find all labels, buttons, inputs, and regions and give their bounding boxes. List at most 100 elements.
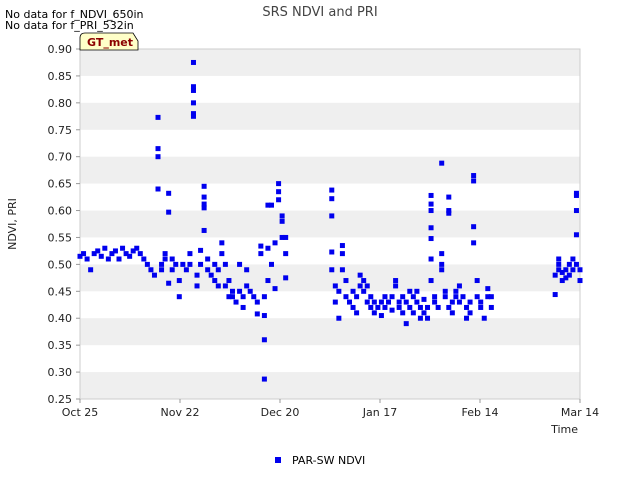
data-point bbox=[442, 294, 448, 300]
data-point bbox=[449, 310, 455, 316]
data-point bbox=[570, 256, 576, 262]
data-point bbox=[368, 294, 374, 300]
data-point bbox=[439, 160, 445, 166]
data-point bbox=[237, 261, 243, 267]
data-point bbox=[265, 245, 271, 251]
y-tick-label: 0.55 bbox=[48, 231, 73, 244]
data-point bbox=[573, 190, 579, 196]
data-point bbox=[112, 248, 118, 254]
x-axis-label: Time bbox=[550, 423, 578, 436]
data-point bbox=[268, 261, 274, 267]
data-point bbox=[268, 202, 274, 208]
data-point bbox=[393, 283, 399, 289]
data-point bbox=[155, 186, 161, 192]
y-tick-label: 0.40 bbox=[48, 312, 73, 325]
data-point bbox=[215, 283, 221, 289]
data-point bbox=[471, 173, 477, 179]
data-point bbox=[425, 315, 431, 321]
data-point bbox=[155, 146, 161, 152]
data-point bbox=[417, 304, 423, 310]
data-point bbox=[169, 267, 175, 273]
data-point bbox=[464, 304, 470, 310]
data-point bbox=[258, 251, 264, 257]
data-point bbox=[428, 236, 434, 242]
data-point bbox=[272, 240, 278, 246]
data-point bbox=[339, 267, 345, 273]
data-point bbox=[88, 267, 94, 273]
data-point bbox=[471, 178, 477, 184]
data-point bbox=[414, 288, 420, 294]
data-point bbox=[116, 256, 122, 262]
data-point bbox=[329, 249, 335, 255]
data-point bbox=[361, 278, 367, 284]
data-point bbox=[183, 267, 189, 273]
data-point bbox=[453, 294, 459, 300]
data-point bbox=[151, 272, 157, 278]
data-point bbox=[98, 253, 104, 259]
grid-band bbox=[80, 372, 580, 399]
x-tick-label: Dec 20 bbox=[261, 406, 300, 419]
data-point bbox=[251, 294, 257, 300]
data-point bbox=[176, 278, 182, 284]
data-point bbox=[219, 240, 225, 246]
data-point bbox=[201, 227, 207, 233]
data-point bbox=[552, 272, 558, 278]
data-point bbox=[364, 299, 370, 305]
data-point bbox=[162, 256, 168, 262]
data-point bbox=[556, 261, 562, 267]
data-point bbox=[375, 304, 381, 310]
data-point bbox=[212, 261, 218, 267]
data-point bbox=[332, 299, 338, 305]
data-point bbox=[446, 194, 452, 200]
data-point bbox=[166, 190, 172, 196]
chart-title: SRS NDVI and PRI bbox=[262, 5, 377, 20]
data-point bbox=[219, 251, 225, 257]
data-point bbox=[435, 304, 441, 310]
data-point bbox=[127, 253, 133, 259]
data-point bbox=[378, 299, 384, 305]
data-point bbox=[350, 304, 356, 310]
data-point bbox=[258, 243, 264, 249]
data-point bbox=[382, 294, 388, 300]
data-point bbox=[240, 304, 246, 310]
data-point bbox=[339, 243, 345, 249]
data-point bbox=[329, 187, 335, 193]
data-point bbox=[137, 251, 143, 257]
y-tick-label: 0.70 bbox=[48, 151, 73, 164]
data-point bbox=[254, 311, 260, 317]
data-point bbox=[573, 261, 579, 267]
data-point bbox=[364, 283, 370, 289]
data-point bbox=[421, 310, 427, 316]
data-point bbox=[237, 288, 243, 294]
data-point bbox=[439, 267, 445, 273]
data-point bbox=[194, 272, 200, 278]
y-tick-label: 0.85 bbox=[48, 70, 73, 83]
data-point bbox=[556, 256, 562, 262]
data-point bbox=[190, 100, 196, 106]
y-tick-label: 0.50 bbox=[48, 258, 73, 271]
data-point bbox=[357, 272, 363, 278]
data-point bbox=[478, 304, 484, 310]
data-point bbox=[336, 315, 342, 321]
data-point bbox=[169, 256, 175, 262]
data-point bbox=[485, 286, 491, 292]
y-tick-label: 0.75 bbox=[48, 124, 73, 137]
grid-band bbox=[80, 318, 580, 346]
data-point bbox=[162, 251, 168, 257]
grid-band bbox=[80, 156, 580, 184]
grid-bands bbox=[80, 49, 580, 399]
data-point bbox=[198, 247, 204, 253]
data-point bbox=[279, 218, 285, 224]
legend: PAR-SW NDVI bbox=[275, 454, 365, 467]
data-point bbox=[120, 245, 126, 251]
data-point bbox=[467, 310, 473, 316]
data-point bbox=[467, 299, 473, 305]
data-point bbox=[456, 299, 462, 305]
y-tick-label: 0.80 bbox=[48, 97, 73, 110]
data-point bbox=[396, 304, 402, 310]
data-point bbox=[95, 248, 101, 254]
data-point bbox=[354, 294, 360, 300]
data-point bbox=[198, 261, 204, 267]
data-point bbox=[283, 275, 289, 281]
data-point bbox=[261, 313, 267, 319]
